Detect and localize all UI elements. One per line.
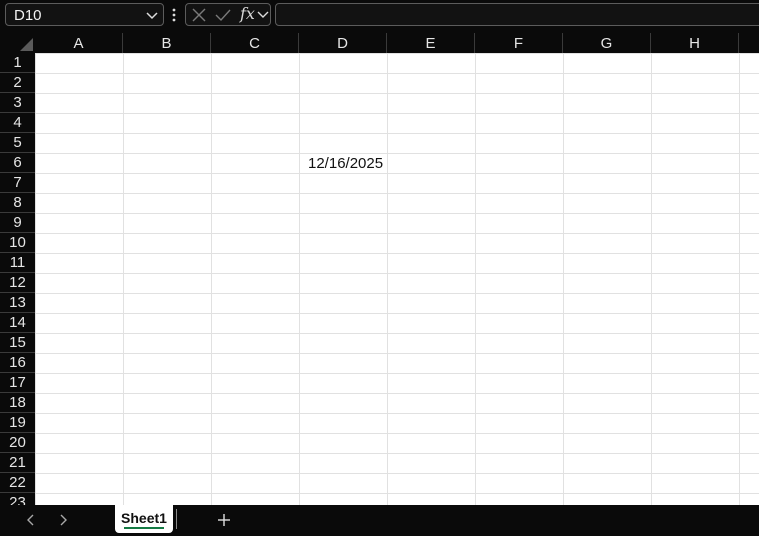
column-header-f[interactable]: F — [475, 33, 563, 53]
insert-function-button[interactable]: fx — [240, 4, 255, 23]
formula-bar: D10 fx — [0, 0, 759, 33]
row-header-16[interactable]: 16 — [0, 353, 35, 373]
row-header: 1 2 3 4 5 6 7 8 9 10 11 12 13 14 15 16 1… — [0, 53, 35, 505]
row-header-8[interactable]: 8 — [0, 193, 35, 213]
row-header-6[interactable]: 6 — [0, 153, 35, 173]
column-header-a[interactable]: A — [35, 33, 123, 53]
column-header-g[interactable]: G — [563, 33, 651, 53]
row-header-21[interactable]: 21 — [0, 453, 35, 473]
row-header-4[interactable]: 4 — [0, 113, 35, 133]
column-header-e[interactable]: E — [387, 33, 475, 53]
tab-divider — [176, 509, 177, 529]
row-header-19[interactable]: 19 — [0, 413, 35, 433]
row-header-3[interactable]: 3 — [0, 93, 35, 113]
check-icon[interactable] — [215, 8, 231, 22]
sheet-tab-sheet1[interactable]: Sheet1 — [115, 505, 173, 533]
formula-input[interactable] — [275, 3, 759, 26]
row-header-11[interactable]: 11 — [0, 253, 35, 273]
chevron-left-icon[interactable] — [24, 513, 38, 527]
row-header-9[interactable]: 9 — [0, 213, 35, 233]
row-header-13[interactable]: 13 — [0, 293, 35, 313]
row-header-20[interactable]: 20 — [0, 433, 35, 453]
row-header-5[interactable]: 5 — [0, 133, 35, 153]
chevron-down-icon[interactable] — [257, 10, 269, 20]
cell-grid[interactable]: 12/16/2025 — [35, 53, 759, 505]
row-header-17[interactable]: 17 — [0, 373, 35, 393]
close-icon[interactable] — [192, 8, 206, 22]
row-header-1[interactable]: 1 — [0, 53, 35, 73]
name-box-value: D10 — [14, 7, 42, 24]
row-header-7[interactable]: 7 — [0, 173, 35, 193]
active-tab-underline — [124, 527, 164, 529]
column-header-b[interactable]: B — [123, 33, 211, 53]
row-header-18[interactable]: 18 — [0, 393, 35, 413]
kebab-icon[interactable] — [170, 7, 178, 23]
sheet-tab-bar: Sheet1 — [0, 505, 759, 536]
chevron-down-icon[interactable] — [145, 8, 159, 22]
cell-d6[interactable]: 12/16/2025 — [308, 153, 383, 173]
row-header-14[interactable]: 14 — [0, 313, 35, 333]
select-all-corner[interactable] — [0, 33, 35, 53]
row-header-23[interactable]: 23 — [0, 493, 35, 505]
name-box[interactable]: D10 — [5, 3, 164, 26]
plus-icon[interactable] — [216, 512, 232, 528]
formula-actions: fx — [185, 3, 271, 26]
row-header-12[interactable]: 12 — [0, 273, 35, 293]
column-header-c[interactable]: C — [211, 33, 299, 53]
chevron-right-icon[interactable] — [56, 513, 70, 527]
sheet-tab-label: Sheet1 — [121, 510, 167, 526]
column-header: A B C D E F G H — [0, 33, 759, 53]
row-header-15[interactable]: 15 — [0, 333, 35, 353]
row-header-22[interactable]: 22 — [0, 473, 35, 493]
row-header-2[interactable]: 2 — [0, 73, 35, 93]
column-header-h[interactable]: H — [651, 33, 739, 53]
column-header-d[interactable]: D — [299, 33, 387, 53]
row-header-10[interactable]: 10 — [0, 233, 35, 253]
